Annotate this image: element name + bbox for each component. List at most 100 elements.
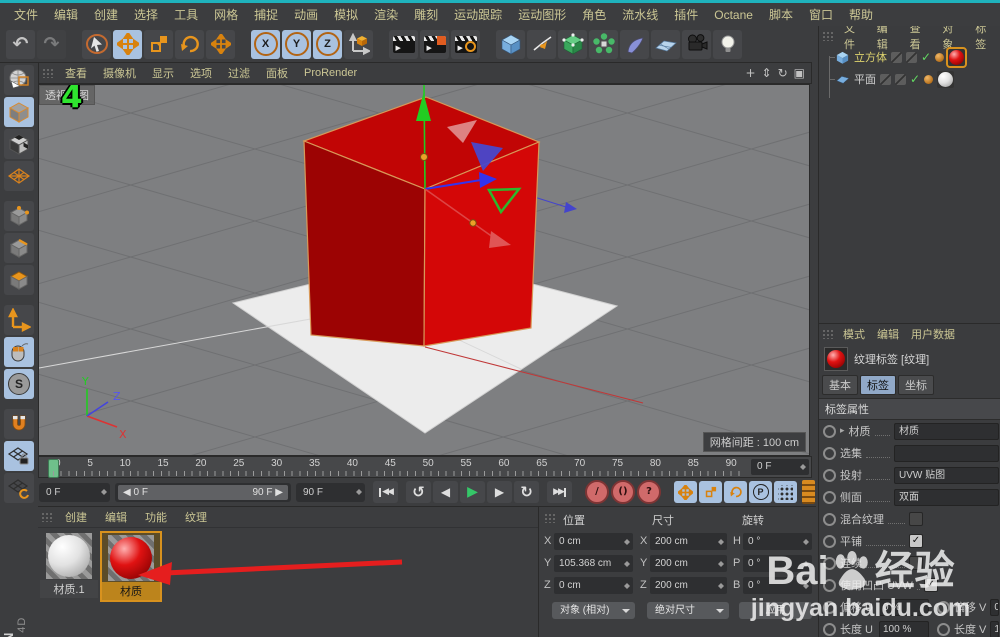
size-z-field[interactable]: 200 cm (650, 577, 727, 594)
attr-menu-userdata[interactable]: 用户数据 (905, 326, 961, 342)
material-item[interactable]: 材质.1 (40, 531, 98, 598)
size-x-field[interactable]: 200 cm (650, 533, 727, 550)
material-menu-function[interactable]: 功能 (136, 509, 176, 525)
add-cube-button[interactable] (496, 29, 525, 59)
object-row-plane[interactable]: 平面 ✓ (819, 68, 1000, 90)
mograph-button[interactable] (589, 29, 618, 59)
next-frame-button[interactable]: ▶ (487, 481, 512, 503)
object-name[interactable]: 平面 (854, 71, 876, 87)
make-editable-button[interactable] (4, 65, 34, 95)
menu-sculpt[interactable]: 雕刻 (406, 6, 446, 23)
viewport-menu-prorender[interactable]: ProRender (296, 67, 365, 79)
minimized-timeline-icon[interactable] (802, 480, 815, 504)
anim-dot[interactable] (823, 534, 836, 548)
menu-animate[interactable]: 动画 (286, 6, 326, 23)
lock-z-axis-button[interactable]: Z (313, 29, 342, 59)
preview-range-slider[interactable]: ◀ 0 F 90 F ▶ (115, 482, 291, 502)
tweak-mode-button[interactable] (4, 337, 34, 367)
attr-menu-edit[interactable]: 编辑 (871, 326, 905, 342)
seamless-checkbox[interactable] (909, 556, 923, 570)
menu-octane[interactable]: Octane (706, 8, 761, 22)
offset-v-field[interactable]: 0 % (990, 598, 999, 616)
menu-snap[interactable]: 捕捉 (246, 6, 286, 23)
apply-button[interactable]: 应用 (739, 602, 812, 619)
panel-grip[interactable] (822, 329, 834, 339)
material-link-field[interactable]: 材质 (894, 422, 999, 440)
menu-render[interactable]: 渲染 (366, 6, 406, 23)
tab-basic[interactable]: 基本 (822, 375, 858, 395)
viewport-menu-options[interactable]: 选项 (182, 65, 220, 81)
material-menu-edit[interactable]: 编辑 (96, 509, 136, 525)
menu-tools[interactable]: 工具 (166, 6, 206, 23)
points-mode-button[interactable] (4, 201, 34, 231)
material-menu-texture[interactable]: 纹理 (176, 509, 216, 525)
polygons-mode-button[interactable] (4, 265, 34, 295)
tile-checkbox[interactable]: ✓ (909, 534, 923, 548)
anim-dot[interactable] (823, 512, 836, 526)
anim-dot[interactable] (823, 556, 836, 570)
scale-tool-button[interactable] (144, 29, 173, 59)
viewport-menu-display[interactable]: 显示 (144, 65, 182, 81)
deformer-button[interactable] (620, 29, 649, 59)
panel-grip[interactable] (41, 512, 53, 522)
viewport-menu-view[interactable]: 查看 (57, 65, 95, 81)
mix-textures-checkbox[interactable] (909, 512, 923, 526)
enabled-check-icon[interactable]: ✓ (921, 51, 931, 63)
menu-script[interactable]: 脚本 (761, 6, 801, 23)
anim-dot[interactable] (823, 578, 836, 592)
redo-button[interactable]: ↷ (37, 29, 66, 59)
goto-end-button[interactable]: ▶▶ (547, 481, 572, 503)
key-rotation-button[interactable] (724, 481, 747, 503)
play-button[interactable]: ▶ (460, 481, 485, 503)
use-bump-uvw-checkbox[interactable]: ✓ (923, 578, 938, 592)
model-mode-button[interactable] (4, 97, 34, 127)
record-keyframe-button[interactable]: / (585, 480, 609, 504)
anim-dot[interactable] (823, 622, 836, 636)
cube-object[interactable] (302, 96, 541, 347)
menu-help[interactable]: 帮助 (841, 6, 881, 23)
pos-x-field[interactable]: 0 cm (554, 533, 633, 550)
menu-window[interactable]: 窗口 (801, 6, 841, 23)
phong-tag-icon[interactable] (935, 52, 945, 62)
coordinate-system-button[interactable] (344, 29, 373, 59)
keyframe-selection-button[interactable]: ? (637, 480, 661, 504)
edges-mode-button[interactable] (4, 233, 34, 263)
camera-button[interactable] (682, 29, 711, 59)
panel-grip[interactable] (544, 513, 556, 523)
last-tool-button[interactable] (206, 29, 235, 59)
menu-mograph[interactable]: 运动图形 (510, 6, 574, 23)
viewport-menu-filter[interactable]: 过滤 (220, 65, 258, 81)
texture-mode-button[interactable] (4, 129, 34, 159)
rot-b-field[interactable]: 0 ° (743, 577, 812, 594)
goto-start-button[interactable]: ◀◀ (373, 481, 398, 503)
coord-mode-dropdown[interactable]: 对象 (相对) (552, 602, 635, 619)
orbit-view-icon[interactable]: ↻ (778, 67, 788, 79)
autokey-button[interactable]: () (611, 480, 635, 504)
lock-y-axis-button[interactable]: Y (282, 29, 311, 59)
menu-pipeline[interactable]: 流水线 (614, 6, 666, 23)
lock-workplane-button[interactable] (4, 441, 34, 471)
texture-tag-selected[interactable] (946, 46, 968, 68)
menu-create[interactable]: 创建 (86, 6, 126, 23)
lock-x-axis-button[interactable]: X (251, 29, 280, 59)
viewport-menu-camera[interactable]: 摄像机 (95, 65, 144, 81)
object-row-cube[interactable]: 立方体 ✓ (819, 46, 1000, 68)
anim-dot[interactable] (823, 490, 836, 504)
timeline-ruler[interactable]: 05 1015 2025 3035 4045 5055 6065 7075 80… (38, 456, 812, 478)
render-settings-button[interactable]: ▶ (451, 29, 480, 59)
texture-tag[interactable] (937, 70, 955, 88)
key-parameter-button[interactable]: P (749, 481, 772, 503)
panel-grip[interactable] (822, 31, 834, 41)
play-forwards-button[interactable]: ↻ (514, 481, 539, 503)
menu-character[interactable]: 角色 (574, 6, 614, 23)
side-dropdown[interactable]: 双面 (894, 488, 999, 506)
material-menu-create[interactable]: 创建 (56, 509, 96, 525)
pos-z-field[interactable]: 0 cm (554, 577, 633, 594)
attr-menu-mode[interactable]: 模式 (837, 326, 871, 342)
pan-view-icon[interactable]: + (745, 67, 755, 79)
anim-dot[interactable] (937, 622, 950, 636)
anim-dot[interactable] (937, 600, 950, 614)
menu-edit[interactable]: 编辑 (46, 6, 86, 23)
key-scale-button[interactable] (699, 481, 722, 503)
anim-dot[interactable] (823, 424, 836, 438)
